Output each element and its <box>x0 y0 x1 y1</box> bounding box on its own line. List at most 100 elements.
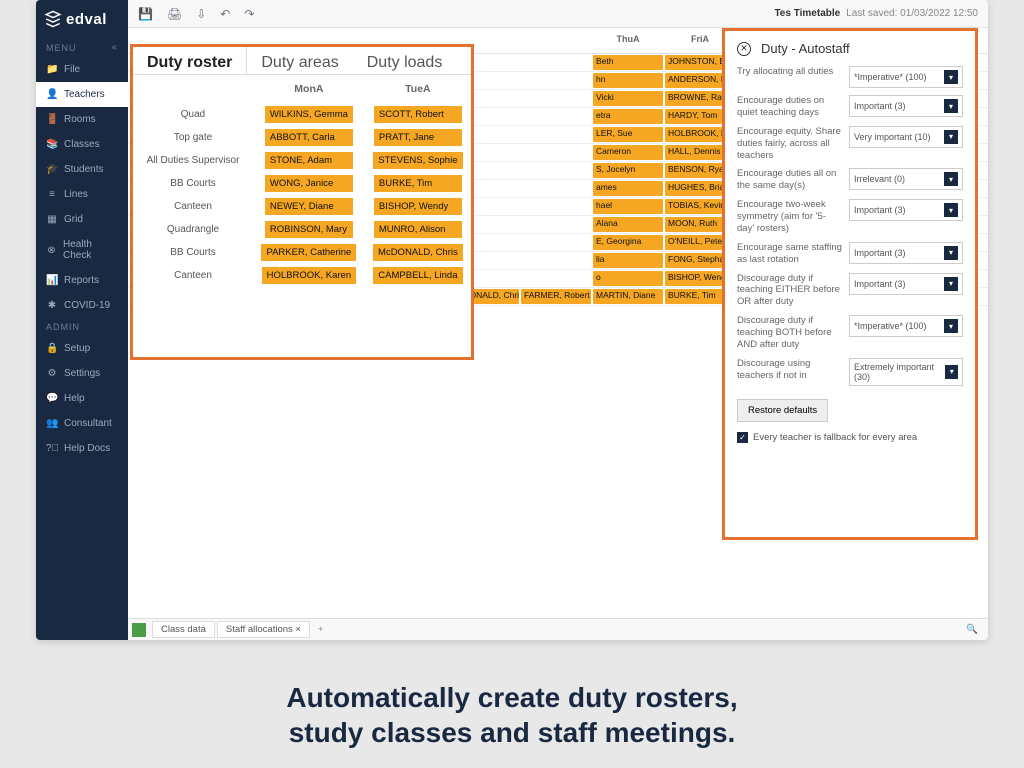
staff-assignment[interactable]: BISHOP, Wendy <box>374 198 462 215</box>
nav-grid[interactable]: ▦Grid <box>36 207 128 232</box>
nav-label: Settings <box>64 368 100 379</box>
setting-row: Encourage same staffing as last rotation… <box>737 242 963 266</box>
staff-cell[interactable]: hn <box>593 73 663 88</box>
marketing-caption: Automatically create duty rosters, study… <box>0 680 1024 750</box>
staff-cell[interactable]: Beth <box>593 55 663 70</box>
setting-select[interactable]: Extremely important (30)▾ <box>849 358 963 386</box>
setting-select[interactable]: *Imperative* (100)▾ <box>849 66 963 88</box>
staff-assignment[interactable]: CAMPBELL, Linda <box>373 267 462 284</box>
nav-label: Lines <box>64 189 88 200</box>
nav-covid-19[interactable]: ✱COVID-19 <box>36 293 128 318</box>
nav-icon: 📊 <box>46 275 58 286</box>
duty-area-label: Top gate <box>133 126 253 149</box>
nav-setup[interactable]: 🔒Setup <box>36 336 128 361</box>
tab-duty-roster[interactable]: Duty roster <box>133 47 247 74</box>
staff-assignment[interactable]: BURKE, Tim <box>374 175 462 192</box>
duty-area-label: Canteen <box>133 264 253 287</box>
nav-help[interactable]: 💬Help <box>36 386 128 411</box>
add-tab-button[interactable]: + <box>312 622 330 637</box>
staff-cell[interactable]: ames <box>593 181 663 196</box>
staff-cell[interactable]: FARMER, Robert <box>521 289 591 304</box>
staff-assignment[interactable]: STONE, Adam <box>265 152 353 169</box>
setting-select[interactable]: *Imperative* (100)▾ <box>849 315 963 337</box>
toolbar: 💾 🖨 ⇩ ↶ ↷ Tes Timetable Last saved: 01/0… <box>128 0 988 28</box>
chevron-down-icon: ▾ <box>945 365 958 379</box>
nav-label: Reports <box>64 275 99 286</box>
chevron-down-icon: ▾ <box>944 70 958 84</box>
undo-icon[interactable]: ↶ <box>220 7 230 21</box>
staff-cell[interactable]: Vicki <box>593 91 663 106</box>
nav-classes[interactable]: 📚Classes <box>36 132 128 157</box>
chevron-down-icon: ▾ <box>944 319 958 333</box>
staff-cell[interactable]: Cameron <box>593 145 663 160</box>
nav-icon: ⚙ <box>46 368 58 379</box>
nav-teachers[interactable]: 👤Teachers <box>36 82 128 107</box>
staff-cell[interactable]: Alana <box>593 217 663 232</box>
export-icon[interactable]: ⇩ <box>196 7 206 21</box>
save-icon[interactable]: 💾 <box>138 7 153 21</box>
doc-title: Tes Timetable <box>774 8 840 19</box>
staff-cell[interactable]: lia <box>593 253 663 268</box>
tab-duty-areas[interactable]: Duty areas <box>247 47 352 74</box>
redo-icon[interactable]: ↷ <box>244 7 254 21</box>
nav-reports[interactable]: 📊 Reports <box>36 268 128 293</box>
search-icon[interactable]: 🔍 <box>966 624 984 635</box>
staff-cell[interactable]: E, Georgina <box>593 235 663 250</box>
setting-select[interactable]: Important (3)▾ <box>849 199 963 221</box>
menu-label: MENU <box>46 43 77 53</box>
nav-students[interactable]: 🎓Students <box>36 157 128 182</box>
tab-duty-loads[interactable]: Duty loads <box>353 47 457 74</box>
staff-assignment[interactable]: WONG, Janice <box>265 175 353 192</box>
close-icon[interactable]: ✕ <box>737 42 751 56</box>
staff-cell[interactable]: LER, Sue <box>593 127 663 142</box>
bottom-tab-class-data[interactable]: Class data <box>152 621 215 638</box>
setting-select[interactable]: Irrelevant (0)▾ <box>849 168 963 190</box>
staff-assignment[interactable]: MUNRO, Alison <box>374 221 462 238</box>
fallback-checkbox[interactable]: ✓ <box>737 432 748 443</box>
setting-select[interactable]: Important (3)▾ <box>849 95 963 117</box>
collapse-icon[interactable]: « <box>111 42 118 53</box>
staff-assignment[interactable]: WILKINS, Gemma <box>265 106 353 123</box>
staff-assignment[interactable]: STEVENS, Sophie <box>373 152 462 169</box>
duty-tabs: Duty roster Duty areas Duty loads <box>133 47 471 75</box>
nav-health-check[interactable]: ⊗Health Check <box>36 232 128 268</box>
print-icon[interactable]: 🖨 <box>167 7 182 21</box>
restore-defaults-button[interactable]: Restore defaults <box>737 399 828 422</box>
duty-roster-overlay: Duty roster Duty areas Duty loads MonA T… <box>130 44 474 360</box>
setting-label: Discourage duty if teaching BOTH before … <box>737 315 843 351</box>
staff-assignment[interactable]: McDONALD, Chris <box>373 244 463 261</box>
staff-cell[interactable]: S, Jocelyn <box>593 163 663 178</box>
setting-select[interactable]: Important (3)▾ <box>849 273 963 295</box>
staff-assignment[interactable]: PARKER, Catherine <box>261 244 356 261</box>
staff-cell[interactable]: MARTIN, Diane <box>593 289 663 304</box>
staff-assignment[interactable]: ROBINSON, Mary <box>265 221 353 238</box>
nav-icon: 👤 <box>46 89 58 100</box>
nav-rooms[interactable]: 🚪 Rooms <box>36 107 128 132</box>
staff-cell[interactable]: o <box>593 271 663 286</box>
autostaff-panel: ✕ Duty - Autostaff Try allocating all du… <box>722 28 978 540</box>
nav-label: Grid <box>64 214 83 225</box>
staff-assignment[interactable]: ABBOTT, Carla <box>265 129 353 146</box>
nav-help-docs[interactable]: ?⃝Help Docs <box>36 436 128 461</box>
duty-row: Canteen NEWEY, Diane BISHOP, Wendy <box>133 195 471 218</box>
nav-label: Rooms <box>64 114 96 125</box>
duty-area-label: BB Courts <box>133 172 253 195</box>
setting-select[interactable]: Important (3)▾ <box>849 242 963 264</box>
nav-lines[interactable]: ≡Lines <box>36 182 128 207</box>
duty-row: BB Courts WONG, Janice BURKE, Tim <box>133 172 471 195</box>
staff-assignment[interactable]: PRATT, Jane <box>374 129 462 146</box>
staff-assignment[interactable]: HOLBROOK, Karen <box>262 267 356 284</box>
nav-file[interactable]: 📁File <box>36 57 128 82</box>
staff-assignment[interactable]: NEWEY, Diane <box>265 198 353 215</box>
bottom-tab-staff-alloc[interactable]: Staff allocations × <box>217 621 310 638</box>
staff-assignment[interactable]: SCOTT, Robert <box>374 106 462 123</box>
nav-icon: 📁 <box>46 64 58 75</box>
nav-settings[interactable]: ⚙ Settings <box>36 361 128 386</box>
nav-icon: 🎓 <box>46 164 58 175</box>
setting-select[interactable]: Very important (10)▾ <box>849 126 963 148</box>
chevron-down-icon: ▾ <box>944 203 958 217</box>
nav-consultant[interactable]: 👥Consultant <box>36 411 128 436</box>
nav-icon: 🚪 <box>46 114 58 125</box>
staff-cell[interactable]: hael <box>593 199 663 214</box>
staff-cell[interactable]: etra <box>593 109 663 124</box>
